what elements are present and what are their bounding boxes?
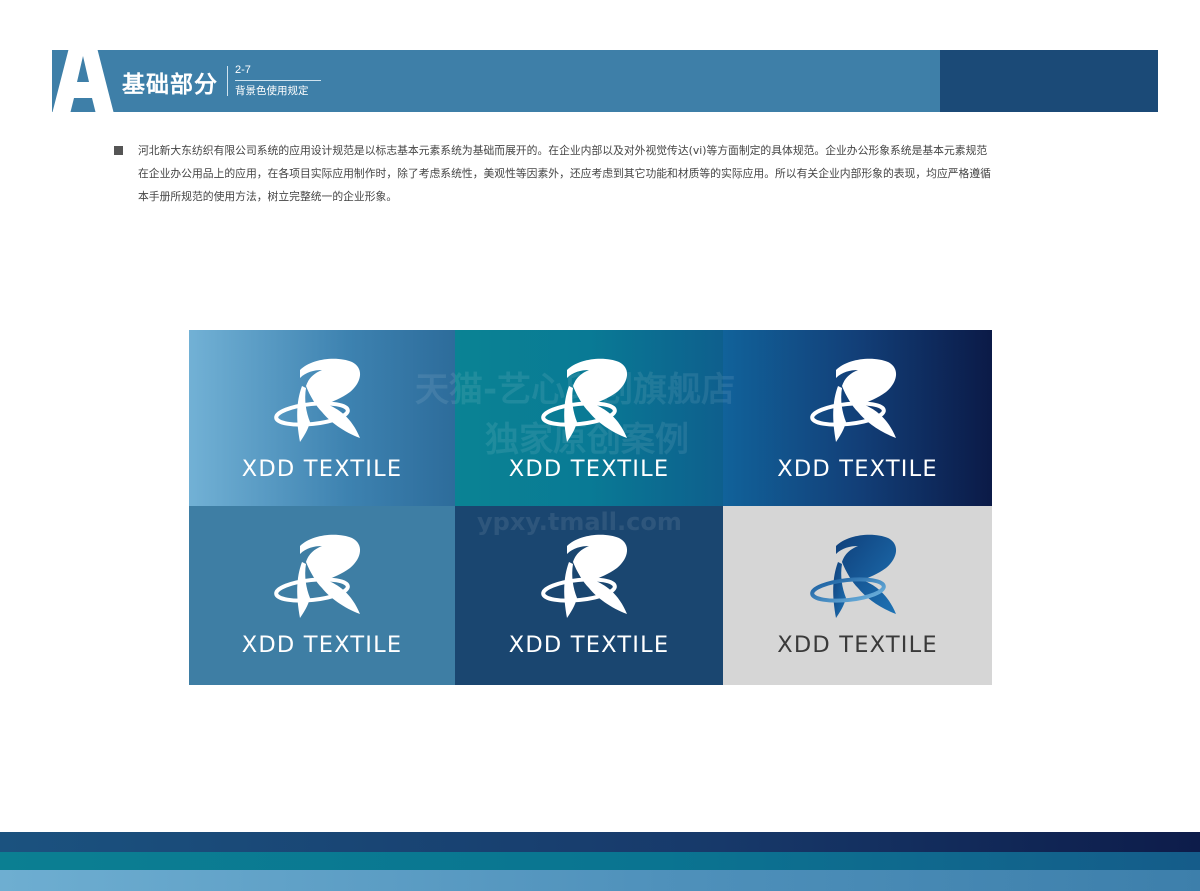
brand-name: XDD TEXTILE: [508, 632, 670, 658]
section-title: 基础部分: [122, 72, 218, 98]
logo-cell-steel-blue: XDD TEXTILE: [189, 506, 455, 685]
xdd-logo-mark-icon: [274, 358, 361, 442]
header-rule: [235, 80, 321, 81]
brand-name: XDD TEXTILE: [241, 456, 403, 482]
xdd-logo-mark-color-icon: [809, 534, 896, 618]
brand-name: XDD TEXTILE: [241, 632, 403, 658]
logo-cell-light-gray: XDD TEXTILE: [723, 506, 992, 685]
footer-band-light: [0, 870, 1200, 891]
xdd-logo-mark-icon: [541, 358, 628, 442]
logo-cell-teal-gradient: XDD TEXTILE: [455, 330, 723, 506]
brand-name: XDD TEXTILE: [777, 456, 938, 482]
logo-background-grid: XDD TEXTILE XDD TEXTILE XDD TEXTILE XDD …: [189, 330, 992, 685]
xdd-logo-mark-icon: [809, 358, 896, 442]
section-subtitle: 背景色使用规定: [235, 85, 309, 97]
brand-name: XDD TEXTILE: [508, 456, 670, 482]
xdd-logo-mark-icon: [541, 534, 628, 618]
logo-cell-navy-gradient: XDD TEXTILE: [723, 330, 992, 506]
xdd-logo-mark-icon: [274, 534, 361, 618]
footer-band-navy: [0, 832, 1200, 852]
section-code: 2-7: [235, 64, 251, 76]
logo-cell-dark-blue: XDD TEXTILE: [455, 506, 723, 685]
section-letter: A: [52, 36, 63, 40]
logo-cell-light-blue-gradient: XDD TEXTILE: [189, 330, 455, 506]
intro-paragraph: 河北新大东纺织有限公司系统的应用设计规范是以标志基本元素系统为基础而展开的。在企…: [138, 144, 991, 203]
bullet-icon: [114, 146, 123, 155]
footer-band-teal: [0, 852, 1200, 870]
brand-name: XDD TEXTILE: [777, 632, 938, 658]
header-divider: [227, 66, 228, 96]
section-letter-logo: A: [52, 36, 114, 114]
header-dark-block: [940, 50, 1158, 112]
